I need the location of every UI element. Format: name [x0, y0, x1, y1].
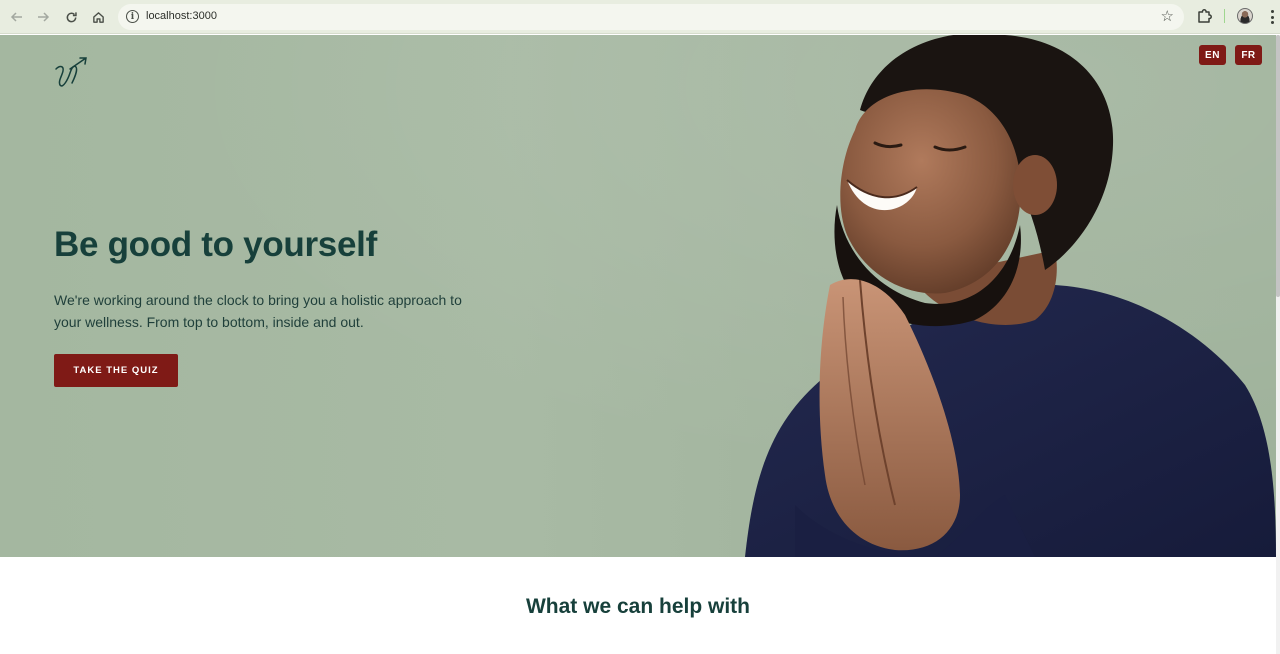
- home-icon: [92, 11, 104, 23]
- forward-button[interactable]: [32, 6, 54, 28]
- arrow-left-icon: [10, 12, 22, 22]
- reload-icon: [66, 11, 77, 22]
- info-icon[interactable]: i: [126, 10, 139, 23]
- logo[interactable]: [52, 55, 90, 91]
- toolbar-divider: [1224, 9, 1225, 23]
- star-icon[interactable]: ☆: [1161, 7, 1174, 25]
- avatar[interactable]: [1237, 8, 1253, 24]
- hero-photo: [745, 35, 1276, 557]
- arrow-right-icon: [38, 12, 50, 22]
- take-quiz-button[interactable]: TAKE THE QUIZ: [54, 354, 178, 387]
- reload-button[interactable]: [60, 6, 82, 28]
- back-button[interactable]: [6, 6, 28, 28]
- kebab-menu-icon[interactable]: [1266, 8, 1278, 26]
- language-fr-button[interactable]: FR: [1235, 45, 1262, 65]
- puzzle-icon: [1198, 9, 1212, 23]
- language-en-button[interactable]: EN: [1199, 45, 1226, 65]
- section-title: What we can help with: [525, 595, 751, 618]
- home-button[interactable]: [87, 6, 109, 28]
- page-scrollbar[interactable]: [1276, 35, 1280, 654]
- hero-section: EN FR Be good to yourself We're working …: [0, 35, 1276, 557]
- address-bar[interactable]: i localhost:3000 ☆: [118, 4, 1184, 30]
- scrollbar-thumb[interactable]: [1276, 35, 1280, 297]
- page-viewport: EN FR Be good to yourself We're working …: [0, 35, 1280, 654]
- browser-toolbar: i localhost:3000 ☆: [0, 0, 1280, 34]
- hero-description: We're working around the clock to bring …: [54, 292, 462, 330]
- hero-title: Be good to yourself: [54, 225, 377, 264]
- extensions-button[interactable]: [1196, 7, 1214, 25]
- url-text[interactable]: localhost:3000: [146, 10, 217, 22]
